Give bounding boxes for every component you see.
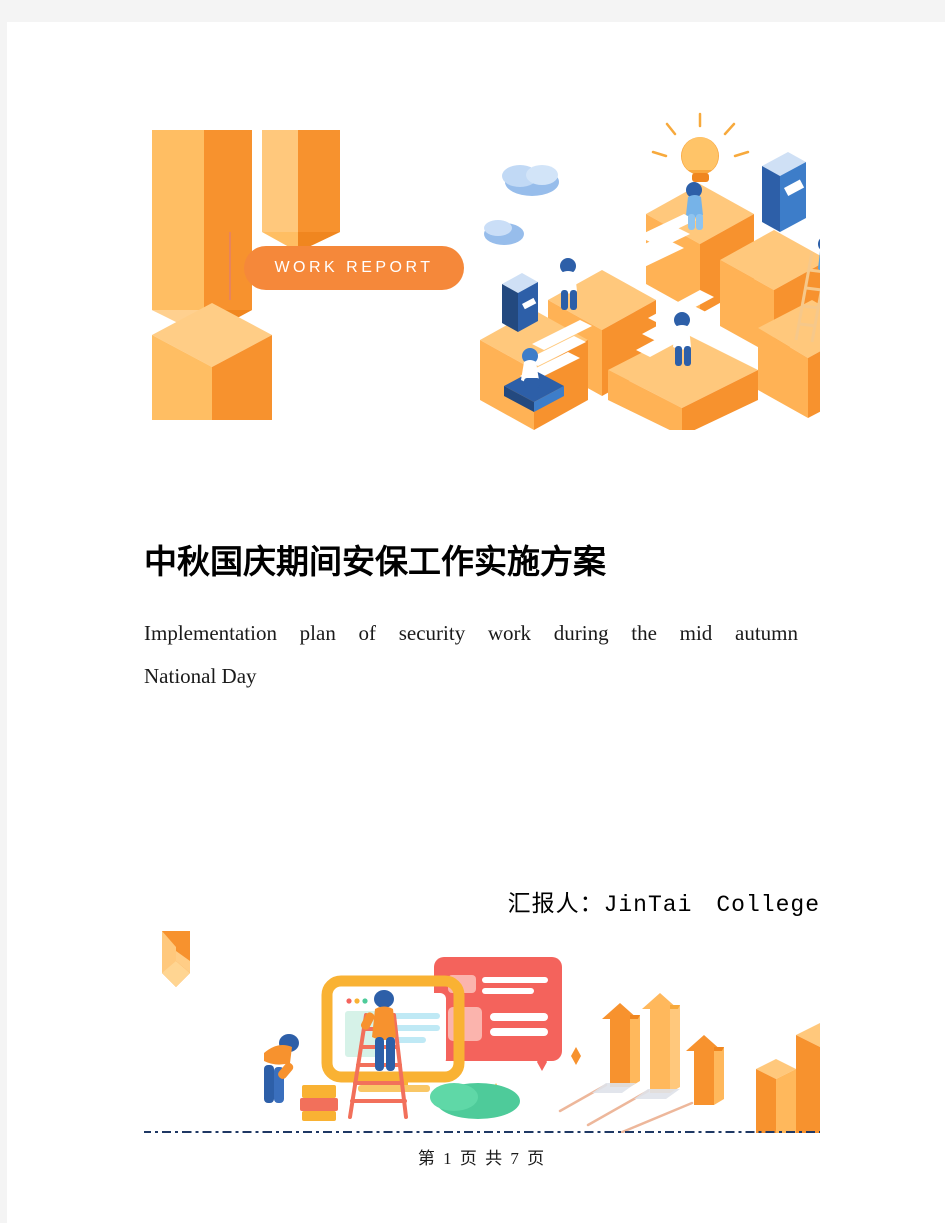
page-title: 中秋国庆期间安保工作实施方案 <box>144 543 606 580</box>
header-illustration: WORK REPORT <box>144 110 820 430</box>
arrow-up-3 <box>686 1035 724 1105</box>
document-page: WORK REPORT 中秋国庆期间安保工作实施方案 Implementatio… <box>7 22 945 1223</box>
badge-accent-line <box>229 232 231 300</box>
orange-cube-top-left <box>152 130 252 336</box>
person-top-bulb <box>686 182 703 230</box>
page-subtitle: Implementation plan of security work dur… <box>144 612 798 698</box>
subtitle-line-1: Implementation plan of security work dur… <box>144 621 798 645</box>
footer-divider <box>144 1131 820 1133</box>
isometric-scene <box>480 112 820 430</box>
cloud-icon-small <box>484 220 524 245</box>
arrow-up-2 <box>642 993 680 1093</box>
bar-block-tall <box>796 1023 820 1133</box>
work-report-badge-label: WORK REPORT <box>274 259 434 276</box>
bar-blocks-group <box>756 1023 820 1133</box>
arrow-up-1 <box>602 1003 640 1087</box>
lightbulb-icon <box>651 112 750 182</box>
orange-shield-cube <box>162 931 190 987</box>
orange-cube-bottom-left <box>152 303 272 420</box>
bar-block-short <box>756 1059 796 1133</box>
person-walking-center <box>673 312 691 366</box>
red-card <box>434 957 562 1061</box>
person-standing-mid <box>559 258 577 310</box>
book-icon-right <box>762 152 806 232</box>
orange-cube-top-right <box>262 130 340 252</box>
reporter-line: 汇报人：JinTai College <box>507 892 820 918</box>
book-icon-left <box>502 273 538 332</box>
cloud-icon-large <box>502 165 559 196</box>
subtitle-line-2: National Day <box>144 664 257 688</box>
footer-illustration <box>144 925 820 1133</box>
up-arrows-group <box>558 993 724 1133</box>
page-number: 第 1 页 共 7 页 <box>417 1149 547 1168</box>
sparkle-icon-orange <box>571 1047 581 1065</box>
green-bush <box>430 1083 520 1119</box>
